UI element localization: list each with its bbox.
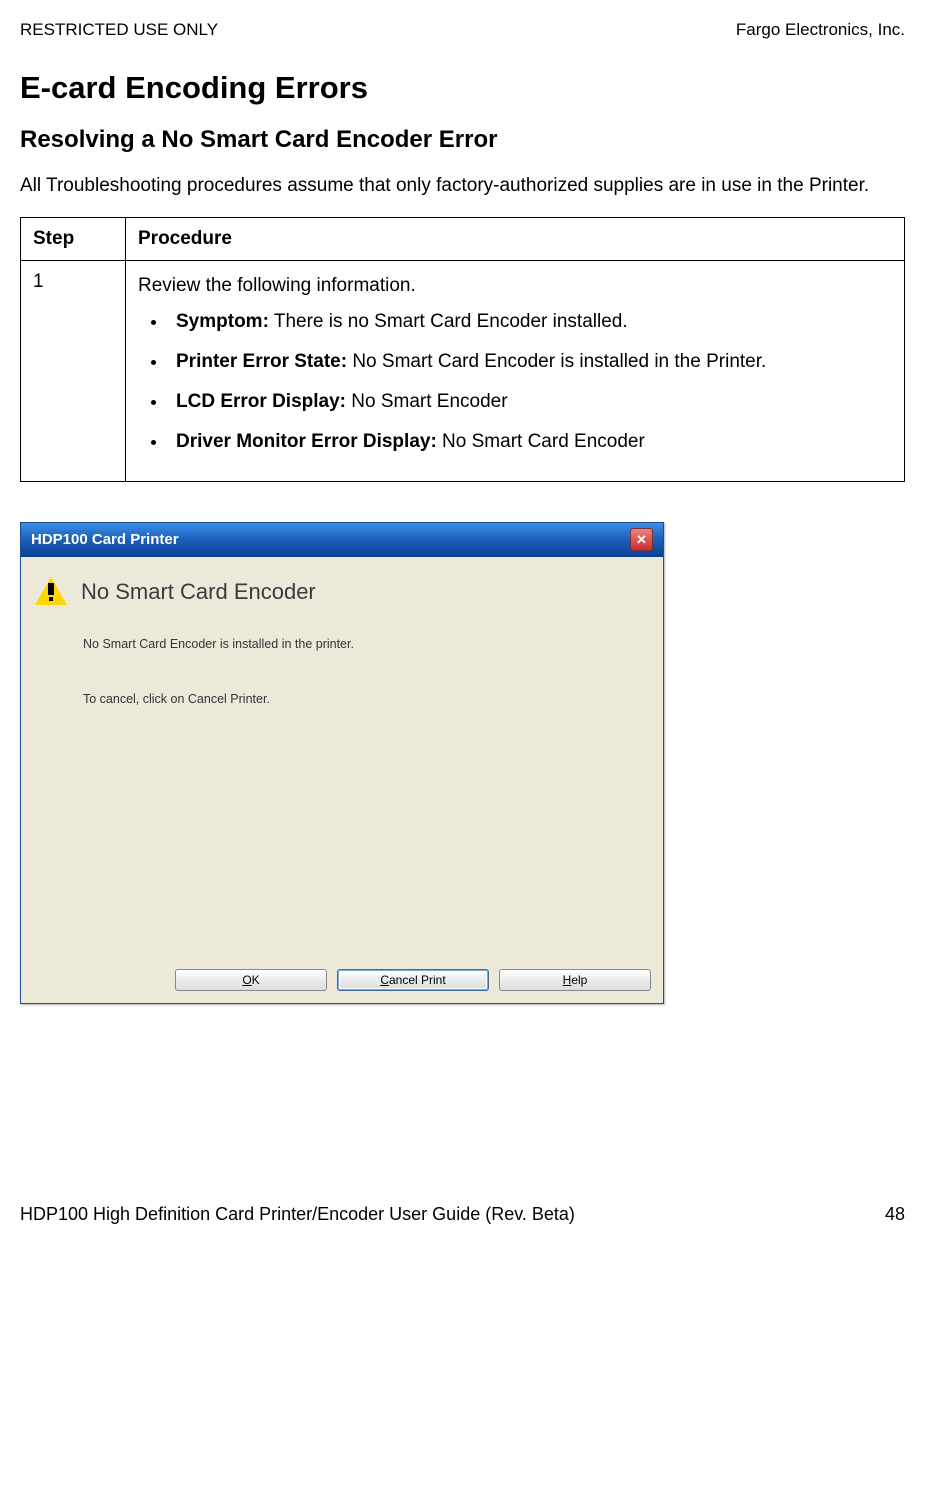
cancel-mnemonic: C	[380, 973, 389, 987]
help-button[interactable]: Help	[499, 969, 651, 991]
bullet-label: LCD Error Display:	[176, 391, 346, 412]
dialog-title: HDP100 Card Printer	[31, 531, 179, 548]
heading-1: E-card Encoding Errors	[20, 70, 905, 106]
list-item: Symptom: There is no Smart Card Encoder …	[168, 311, 892, 333]
ok-rest: K	[252, 973, 260, 987]
page-header: RESTRICTED USE ONLY Fargo Electronics, I…	[20, 20, 905, 40]
col-step: Step	[21, 217, 126, 260]
header-left: RESTRICTED USE ONLY	[20, 20, 218, 40]
dialog-titlebar[interactable]: HDP100 Card Printer ✕	[21, 523, 663, 557]
ok-button[interactable]: OK	[175, 969, 327, 991]
bullet-label: Symptom:	[176, 311, 269, 332]
col-procedure: Procedure	[126, 217, 905, 260]
ok-mnemonic: O	[242, 973, 251, 987]
bullet-text: No Smart Encoder	[346, 391, 508, 412]
dialog-body: No Smart Card Encoder No Smart Card Enco…	[21, 557, 663, 1003]
warning-icon	[35, 575, 67, 607]
bullet-text: No Smart Card Encoder	[437, 431, 645, 452]
dialog-line-2: To cancel, click on Cancel Printer.	[83, 692, 649, 707]
dialog-window: HDP100 Card Printer ✕ No Smart Card Enco…	[20, 522, 664, 1004]
steps-table: Step Procedure 1 Review the following in…	[20, 217, 905, 482]
dialog-heading: No Smart Card Encoder	[81, 579, 316, 605]
page-footer: HDP100 High Definition Card Printer/Enco…	[20, 1204, 905, 1225]
procedure-list: Symptom: There is no Smart Card Encoder …	[138, 311, 892, 453]
bullet-text: There is no Smart Card Encoder installed…	[269, 311, 628, 332]
procedure-cell: Review the following information. Sympto…	[126, 260, 905, 481]
dialog-header-row: No Smart Card Encoder	[35, 575, 649, 607]
footer-left: HDP100 High Definition Card Printer/Enco…	[20, 1204, 575, 1225]
step-number: 1	[21, 260, 126, 481]
cancel-print-button[interactable]: Cancel Print	[337, 969, 489, 991]
header-right: Fargo Electronics, Inc.	[736, 20, 905, 40]
bullet-label: Driver Monitor Error Display:	[176, 431, 437, 452]
table-row: 1 Review the following information. Symp…	[21, 260, 905, 481]
close-icon: ✕	[636, 532, 647, 548]
footer-page-number: 48	[885, 1204, 905, 1225]
procedure-intro: Review the following information.	[138, 275, 892, 297]
list-item: Printer Error State: No Smart Card Encod…	[168, 351, 892, 373]
intro-paragraph: All Troubleshooting procedures assume th…	[20, 174, 905, 199]
dialog-line-1: No Smart Card Encoder is installed in th…	[83, 637, 649, 652]
close-button[interactable]: ✕	[630, 528, 653, 551]
dialog-button-row: OK Cancel Print Help	[175, 969, 651, 991]
help-rest: elp	[571, 973, 587, 987]
list-item: LCD Error Display: No Smart Encoder	[168, 391, 892, 413]
bullet-text: No Smart Card Encoder is installed in th…	[347, 351, 766, 372]
heading-2: Resolving a No Smart Card Encoder Error	[20, 126, 905, 154]
list-item: Driver Monitor Error Display: No Smart C…	[168, 431, 892, 453]
bullet-label: Printer Error State:	[176, 351, 347, 372]
cancel-rest: ancel Print	[389, 973, 446, 987]
